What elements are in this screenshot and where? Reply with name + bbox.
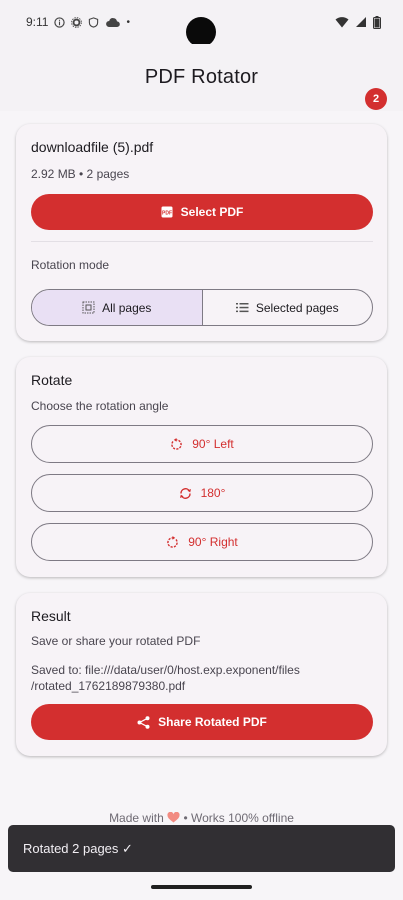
rotate-title: Rotate	[31, 372, 73, 388]
share-button-label: Share Rotated PDF	[158, 715, 267, 729]
pages-grid-icon	[82, 301, 95, 314]
status-time: 9:11	[26, 15, 49, 29]
file-name: downloadfile (5).pdf	[31, 139, 154, 155]
saved-path-line1: Saved to: file:///data/user/0/host.exp.e…	[31, 663, 300, 677]
divider	[31, 241, 373, 242]
share-rotated-pdf-button[interactable]: Share Rotated PDF	[31, 704, 373, 740]
heart-icon	[167, 811, 180, 823]
home-indicator[interactable]	[151, 885, 252, 889]
rotate-card: Rotate Choose the rotation angle 90° Lef…	[16, 357, 387, 577]
snackbar: Rotated 2 pages ✓	[8, 825, 395, 872]
rotate-right-label: 90° Right	[188, 535, 238, 549]
rotate-right-button[interactable]: 90° Right	[31, 523, 373, 561]
select-pdf-label: Select PDF	[180, 205, 244, 219]
rotate-left-button[interactable]: 90° Left	[31, 425, 373, 463]
app-header: PDF Rotator	[0, 44, 403, 111]
pdf-file-icon: PDF	[161, 206, 173, 218]
shield-icon	[89, 16, 99, 28]
result-card: Result Save or share your rotated PDF Sa…	[16, 593, 387, 756]
rotation-mode-toggle: All pages Selected pages	[31, 289, 373, 326]
snackbar-message: Rotated 2 pages ✓	[23, 840, 133, 856]
rotate-subtitle: Choose the rotation angle	[31, 399, 169, 413]
notification-badge[interactable]: 2	[365, 88, 387, 110]
rotate-left-label: 90° Left	[192, 437, 234, 451]
status-left: 9:11 •	[26, 15, 130, 29]
saved-path: Saved to: file:///data/user/0/host.exp.e…	[31, 662, 373, 694]
rotation-mode-label: Rotation mode	[31, 258, 110, 272]
signal-icon	[356, 17, 366, 27]
share-icon	[137, 715, 150, 729]
status-bar: 9:11 •	[0, 0, 403, 47]
segment-all-pages[interactable]: All pages	[32, 290, 202, 325]
segment-selected-pages[interactable]: Selected pages	[201, 290, 373, 325]
info-icon	[54, 16, 66, 28]
page-title: PDF Rotator	[144, 66, 259, 88]
result-subtitle: Save or share your rotated PDF	[31, 634, 201, 648]
footer-note: Made with • Works 100% offline	[0, 811, 403, 825]
list-icon	[235, 303, 249, 313]
select-pdf-button[interactable]: PDF Select PDF	[31, 194, 373, 230]
segment-all-pages-label: All pages	[102, 300, 152, 315]
svg-text:PDF: PDF	[162, 210, 172, 216]
cloud-icon	[106, 17, 121, 27]
offline-text: • Works 100% offline	[183, 811, 294, 825]
made-with-text: Made with	[109, 811, 164, 825]
wifi-icon	[335, 17, 349, 28]
rotate-left-icon	[171, 437, 183, 450]
rotate-180-button[interactable]: 180°	[31, 474, 373, 512]
file-meta: 2.92 MB • 2 pages	[31, 167, 130, 181]
gear-icon	[71, 16, 83, 28]
rotate-right-icon	[167, 535, 179, 548]
front-camera	[186, 17, 216, 47]
status-right	[335, 15, 381, 29]
battery-icon	[373, 15, 381, 29]
segment-selected-pages-label: Selected pages	[255, 300, 339, 315]
rotate-180-label: 180°	[200, 486, 226, 500]
saved-path-line2: /rotated_1762189879380.pdf	[31, 679, 186, 693]
result-title: Result	[31, 608, 71, 624]
rotate-180-icon	[179, 487, 191, 499]
file-card: downloadfile (5).pdf 2.92 MB • 2 pages P…	[16, 124, 387, 341]
status-dot: •	[126, 16, 130, 28]
